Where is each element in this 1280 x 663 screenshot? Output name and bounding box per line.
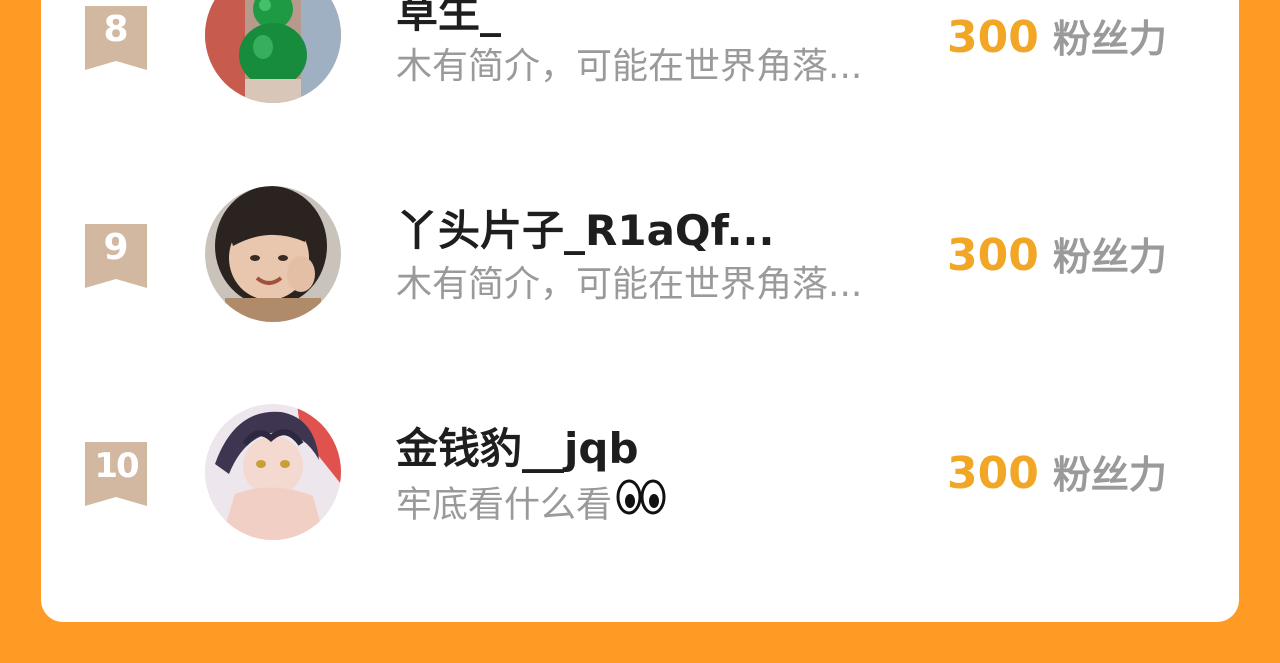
rank-badge: 8: [85, 6, 147, 70]
fans-unit: 粉丝力: [1052, 17, 1167, 61]
fans-value: 300: [947, 448, 1039, 499]
user-name[interactable]: 丫头片子_R1aQf...: [396, 206, 774, 256]
ranking-row[interactable]: 9 丫头片子_R1aQf... 木有简介，可能在世界角落... 300 粉丝力: [41, 178, 1239, 338]
fans-score: 300 粉丝力: [947, 448, 1167, 509]
user-bio: 牢底看什么看: [396, 479, 666, 532]
ranking-row[interactable]: 8 草生_ 木有简介，可能在世界角落... 300 粉丝力: [41, 0, 1239, 120]
anime-character-avatar: [205, 404, 341, 540]
user-bio: 木有简介，可能在世界角落...: [396, 46, 863, 87]
rank-number: 9: [103, 227, 129, 268]
rank-number: 8: [103, 9, 129, 50]
user-bio: 木有简介，可能在世界角落...: [396, 264, 863, 305]
fans-score: 300 粉丝力: [947, 230, 1167, 291]
fans-unit: 粉丝力: [1052, 453, 1167, 497]
avatar[interactable]: [205, 186, 341, 322]
user-name[interactable]: 金钱豹__jqb: [396, 424, 639, 474]
user-name[interactable]: 草生_: [396, 0, 501, 38]
avatar[interactable]: [205, 0, 341, 103]
child-photo-avatar: [205, 186, 341, 322]
user-bio-text: 牢底看什么看: [396, 484, 613, 526]
fans-unit: 粉丝力: [1052, 235, 1167, 279]
rank-number: 10: [94, 446, 139, 486]
rank-badge: 9: [85, 224, 147, 288]
jade-buddha-avatar: [205, 0, 341, 103]
avatar[interactable]: [205, 404, 341, 540]
fans-value: 300: [947, 12, 1039, 63]
ranking-card: 8 草生_ 木有简介，可能在世界角落... 300 粉丝力 9 丫头片子_R1a…: [41, 0, 1239, 622]
fans-value: 300: [947, 230, 1039, 281]
ranking-row[interactable]: 10 金钱豹__jqb 牢底看什么看 300 粉丝力: [41, 396, 1239, 556]
rank-badge: 10: [85, 442, 147, 506]
fans-score: 300 粉丝力: [947, 12, 1167, 73]
eyes-icon: [616, 477, 666, 528]
